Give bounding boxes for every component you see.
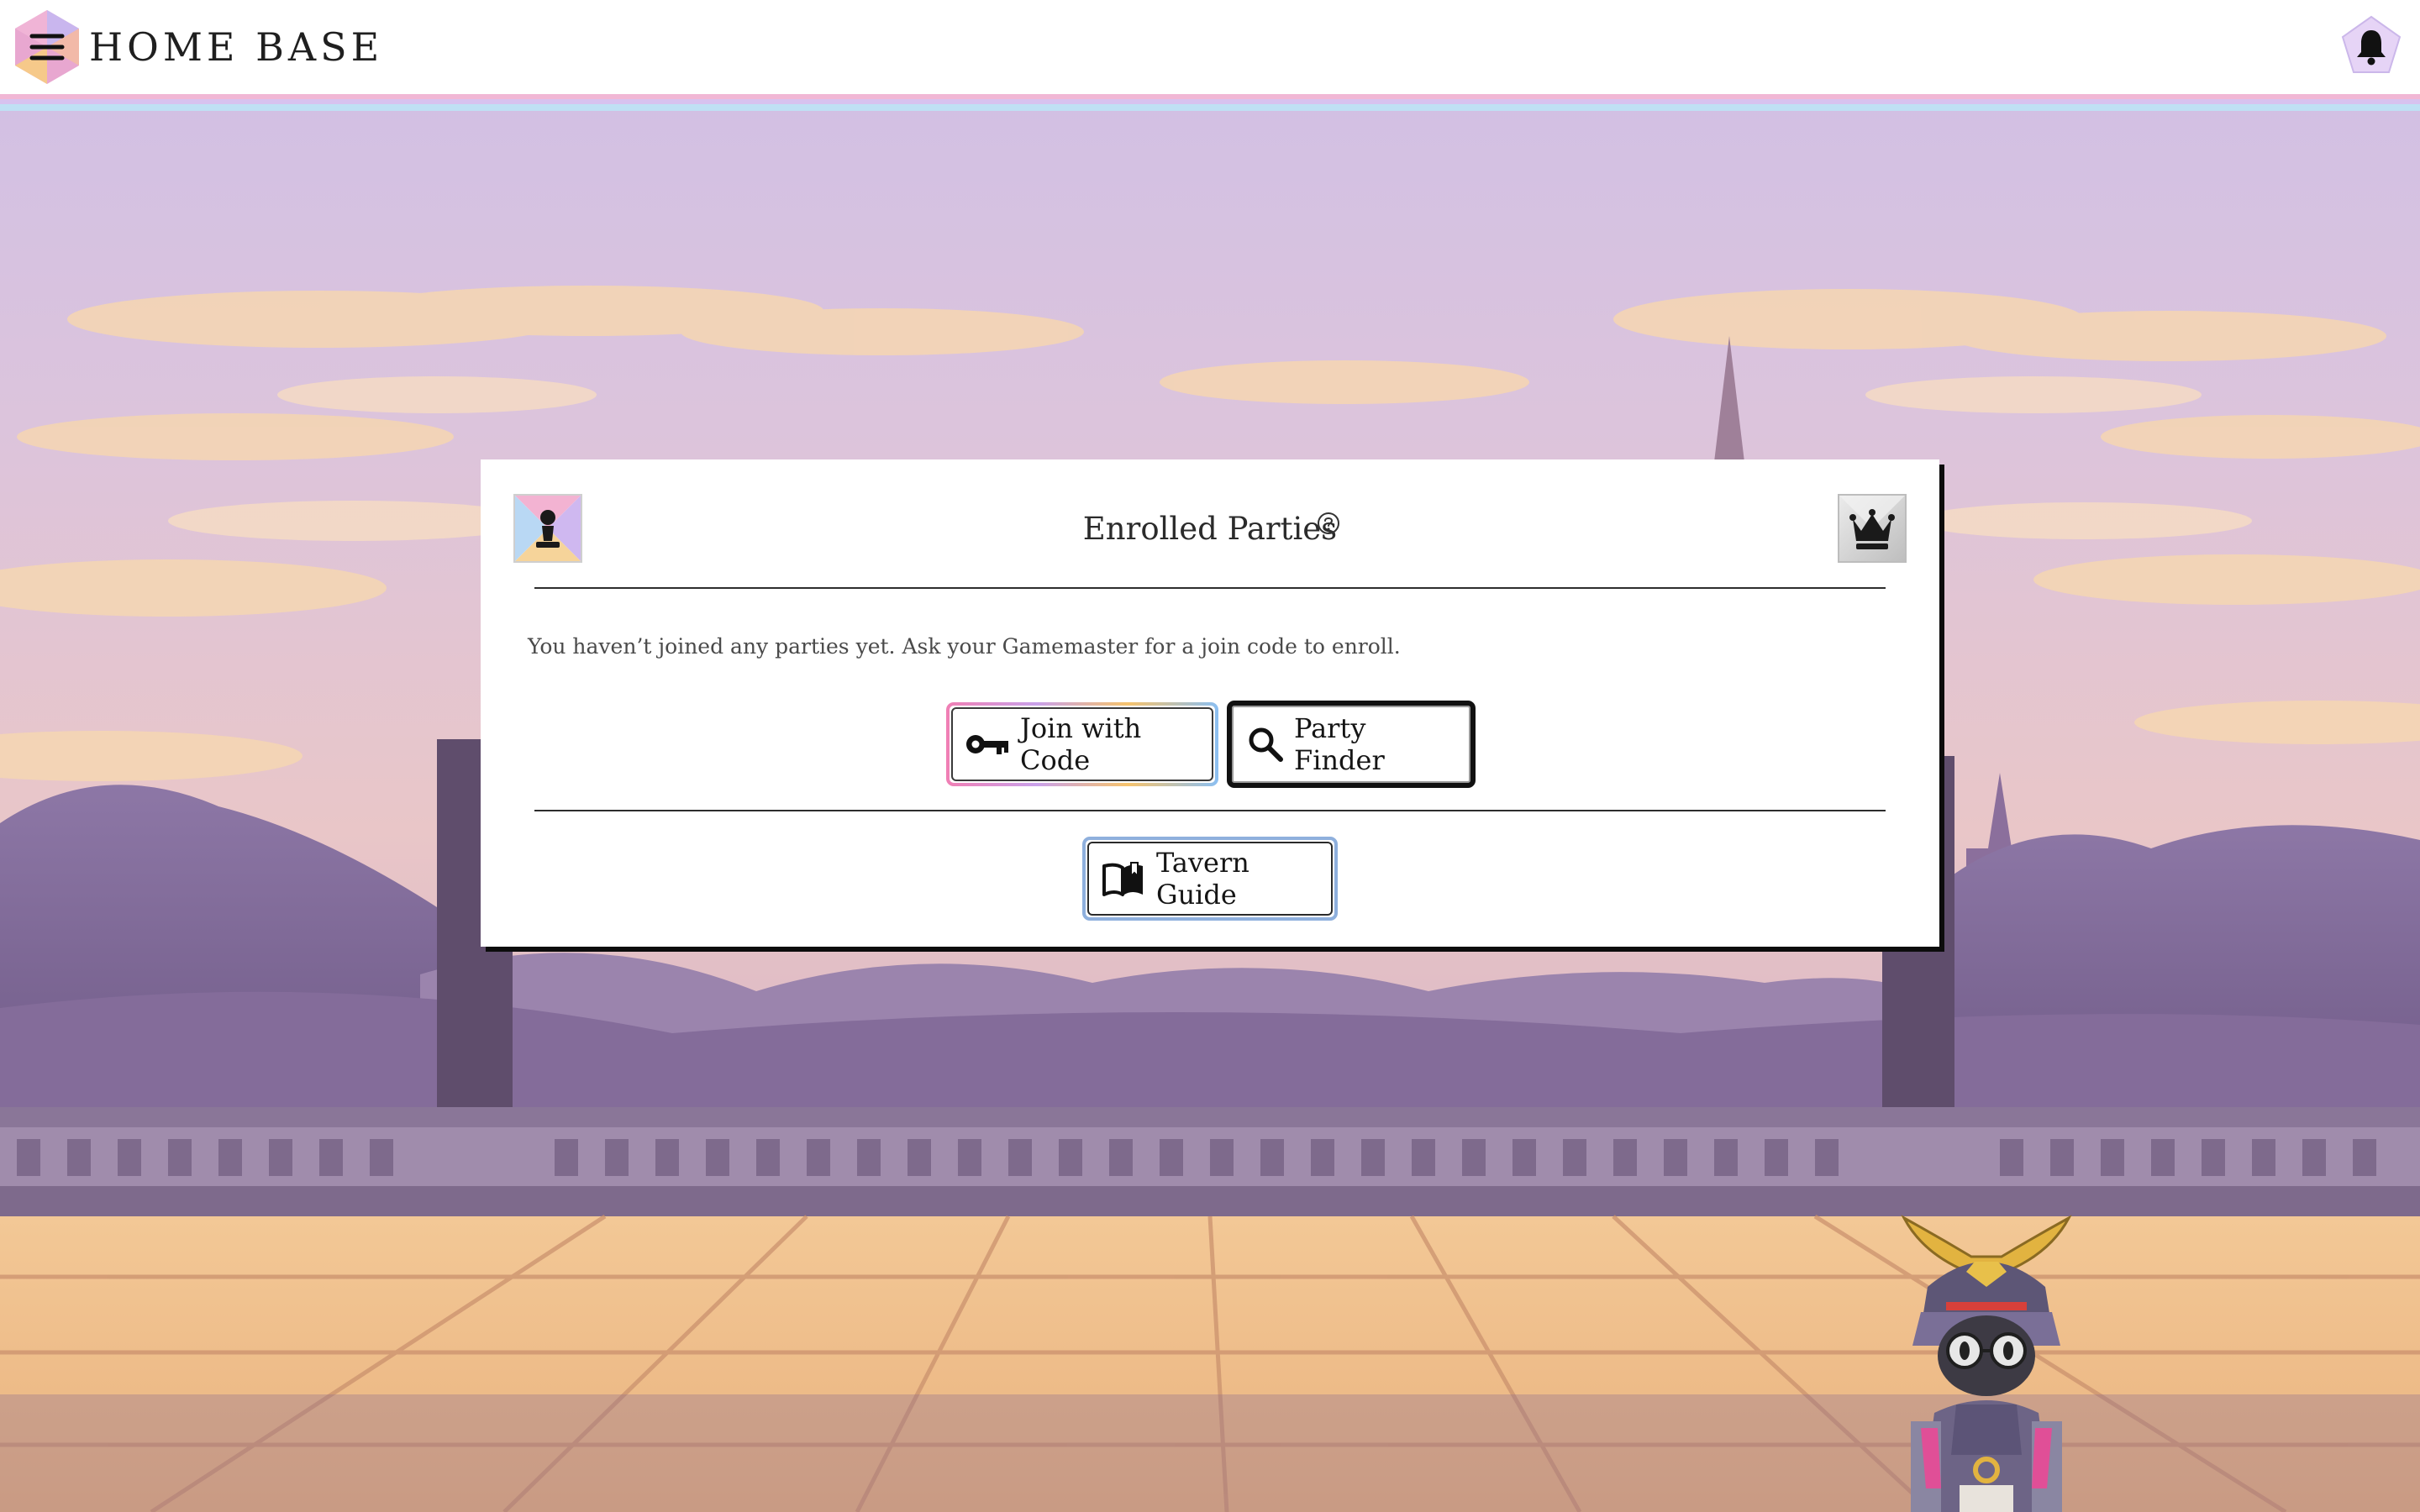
app-brand-title: HOME BASE bbox=[89, 24, 384, 70]
header-stripe bbox=[0, 94, 2420, 111]
join-button-label: Join with Code bbox=[1020, 712, 1142, 776]
gamemaster-role-badge[interactable] bbox=[1838, 494, 1907, 563]
section-divider bbox=[534, 810, 1886, 811]
party-finder-button[interactable]: Party Finder bbox=[1227, 701, 1476, 788]
guide-button-label: Tavern Guide bbox=[1156, 847, 1249, 911]
question-circle-icon[interactable] bbox=[1316, 511, 1341, 536]
card-title: Enrolled Parties bbox=[1082, 511, 1338, 547]
tavern-guide-button[interactable]: Tavern Guide bbox=[1082, 837, 1338, 921]
title-divider bbox=[534, 587, 1886, 589]
menu-button[interactable] bbox=[12, 8, 82, 86]
join-with-code-button[interactable]: Join with Code bbox=[946, 702, 1218, 786]
notifications-button[interactable] bbox=[2341, 15, 2402, 76]
crown-icon bbox=[1838, 494, 1907, 563]
samurai-cat-mascot bbox=[1887, 1203, 2086, 1512]
finder-button-label: Party Finder bbox=[1294, 712, 1385, 776]
bell-icon bbox=[2341, 15, 2402, 73]
open-book-icon bbox=[1102, 862, 1143, 896]
key-icon bbox=[966, 735, 1008, 754]
player-role-badge[interactable] bbox=[513, 494, 582, 563]
hamburger-menu-icon bbox=[15, 10, 79, 84]
pawn-icon bbox=[513, 494, 582, 563]
empty-state-message: You haven’t joined any parties yet. Ask … bbox=[528, 634, 1401, 659]
search-icon bbox=[1249, 727, 1283, 762]
